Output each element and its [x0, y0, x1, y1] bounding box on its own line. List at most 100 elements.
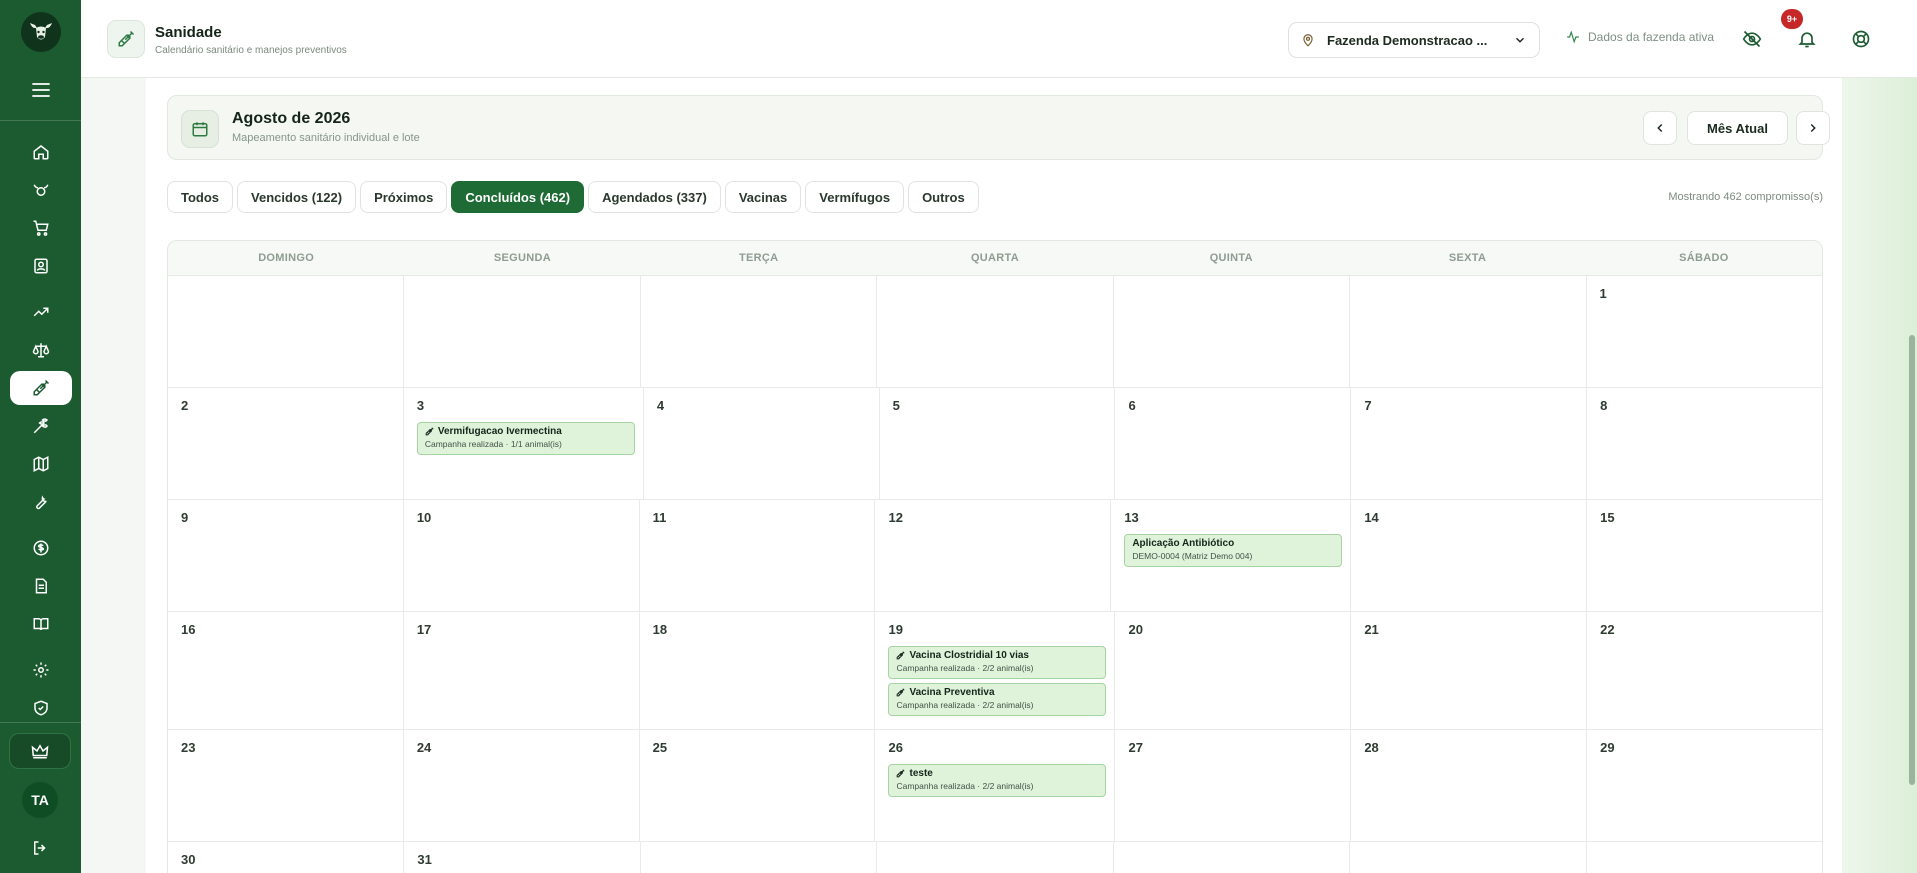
day-number: 9 [181, 510, 189, 525]
wrench-icon[interactable] [10, 485, 72, 519]
tab-filter[interactable]: Próximos [360, 181, 448, 213]
crown-icon[interactable] [9, 733, 71, 769]
calendar-day[interactable]: 16 [168, 612, 404, 729]
calendar-day[interactable]: 18 [640, 612, 876, 729]
menu-icon[interactable] [21, 74, 61, 106]
calendar-day[interactable]: 25 [640, 730, 876, 841]
tab-filter[interactable]: Agendados (337) [588, 181, 721, 213]
farm-select[interactable]: Fazenda Demonstracao ... [1288, 22, 1540, 58]
tab-filter[interactable]: Outros [908, 181, 979, 213]
top-header: Sanidade Calendário sanitário e manejos … [81, 0, 1917, 78]
calendar-day[interactable]: 23 [168, 730, 404, 841]
calendar-day[interactable]: 21 [1351, 612, 1588, 729]
calendar-day[interactable]: 6 [1115, 388, 1352, 499]
calendar-day[interactable]: 24 [404, 730, 640, 841]
syringe-icon[interactable] [9, 371, 72, 405]
event-title-text: Vermifugacao Ivermectina [437, 426, 562, 437]
calendar-event[interactable]: teste Campanha realizada · 2/2 animal(is) [888, 764, 1107, 797]
eye-off-icon[interactable] [1737, 24, 1767, 54]
calendar-day[interactable]: 20 [1115, 612, 1352, 729]
calendar-day[interactable]: 13 Aplicação Antibiótico DEMO-0004 (Matriz… [1111, 500, 1352, 611]
calendar-day[interactable]: 31 [404, 842, 641, 873]
bull-logo-icon[interactable] [20, 12, 61, 52]
avatar[interactable]: TA [22, 782, 58, 818]
calendar-week: 30 31 [168, 842, 1822, 873]
prev-month-button[interactable] [1643, 111, 1677, 145]
scale-icon[interactable] [10, 333, 72, 367]
calendar-day[interactable]: 30 [168, 842, 405, 873]
scrollbar[interactable] [1909, 335, 1915, 785]
day-number: 22 [1600, 622, 1615, 637]
calendar-day[interactable]: 7 [1351, 388, 1588, 499]
filter-tabs: Todos Vencidos (122) Próximos Concluídos (4… [167, 181, 983, 213]
event-title-text: teste [909, 768, 933, 779]
calendar-week: 1 [168, 276, 1822, 388]
calendar-day[interactable]: 17 [404, 612, 640, 729]
calendar-event[interactable]: Aplicação Antibiótico DEMO-0004 (Matriz D… [1124, 534, 1343, 567]
tab-filter[interactable]: Todos [167, 181, 234, 213]
calendar-day[interactable]: 2 [168, 388, 404, 499]
calendar-icon [181, 110, 219, 148]
calendar-day[interactable]: 26 teste Campanha realizada · 2/2 animal(i… [875, 730, 1116, 841]
calendar-day[interactable]: 28 [1351, 730, 1588, 841]
calendar-day[interactable]: 3 Vermifugacao Ivermectina Campanha realiz… [404, 388, 644, 499]
calendar-day[interactable]: 5 [880, 388, 1116, 499]
syringe-icon [897, 651, 906, 660]
tab-filter[interactable]: Vencidos (122) [237, 181, 357, 213]
cart-icon[interactable] [10, 211, 72, 245]
next-month-button[interactable] [1796, 111, 1830, 145]
map-icon[interactable] [10, 447, 72, 481]
calendar-event[interactable]: Vermifugacao Ivermectina Campanha realiza… [416, 422, 635, 455]
current-month-button[interactable]: Mês Atual [1687, 111, 1788, 145]
calendar-day[interactable]: 15 [1587, 500, 1822, 611]
event-title: teste [896, 768, 1098, 779]
calendar-day[interactable]: 12 [875, 500, 1112, 611]
calendar-day[interactable]: 22 [1587, 612, 1822, 729]
calendar-day[interactable]: 14 [1351, 500, 1588, 611]
day-number: 13 [1124, 510, 1139, 525]
page-title: Sanidade [155, 24, 222, 41]
syringe-icon [897, 688, 906, 697]
shield-icon[interactable] [10, 691, 72, 725]
document-icon[interactable] [10, 569, 72, 603]
event-subtitle: Campanha realizada · 2/2 animal(is) [896, 663, 1034, 673]
calendar-event[interactable]: Vacina Preventiva Campanha realizada · 2/… [888, 683, 1107, 716]
wheat-icon[interactable] [10, 409, 72, 443]
calendar-day[interactable]: 11 [640, 500, 876, 611]
day-number: 12 [888, 510, 903, 525]
calendar-week: 2 3 Vermifugacao Ivermectina Campanha reali… [168, 388, 1822, 500]
home-icon[interactable] [10, 135, 72, 169]
calendar-day[interactable]: 29 [1587, 730, 1822, 841]
contact-card-icon[interactable] [10, 249, 72, 283]
day-number: 19 [888, 622, 903, 637]
help-lifebuoy-icon[interactable] [1846, 24, 1876, 54]
calendar-day[interactable]: 9 [168, 500, 404, 611]
day-number: 6 [1128, 398, 1136, 413]
book-icon[interactable] [10, 607, 72, 641]
calendar-event[interactable]: Vacina Clostridial 10 vias Campanha reali… [888, 646, 1107, 679]
day-number: 11 [652, 510, 667, 525]
calendar-day[interactable]: 19 Vacina Clostridial 10 vias Campanha rea… [875, 612, 1116, 729]
calendar-day[interactable]: 27 [1115, 730, 1352, 841]
calendar-day[interactable]: 4 [644, 388, 880, 499]
month-subtitle: Mapeamento sanitário individual e lote [232, 132, 420, 144]
day-number: 15 [1600, 510, 1615, 525]
tab-filter[interactable]: Vacinas [724, 181, 802, 213]
sidebar: TA [0, 0, 81, 873]
cattle-icon[interactable] [10, 173, 72, 207]
trending-up-icon[interactable] [10, 295, 72, 329]
sidebar-divider [0, 722, 81, 723]
day-number: 23 [181, 740, 196, 755]
bell-icon[interactable] [1792, 24, 1822, 54]
calendar-day[interactable]: 1 [1587, 276, 1822, 387]
tab-filter[interactable]: Concluídos (462) [451, 181, 585, 213]
showing-count: Mostrando 462 compromisso(s) [1668, 191, 1823, 203]
tab-filter[interactable]: Vermífugos [805, 181, 905, 213]
calendar-day[interactable]: 10 [404, 500, 640, 611]
day-number: 14 [1364, 510, 1379, 525]
settings-icon[interactable] [10, 653, 72, 687]
logout-icon[interactable] [28, 836, 52, 860]
dollar-icon[interactable] [10, 531, 72, 565]
calendar-day[interactable]: 8 [1587, 388, 1822, 499]
calendar-day-empty [640, 276, 878, 387]
